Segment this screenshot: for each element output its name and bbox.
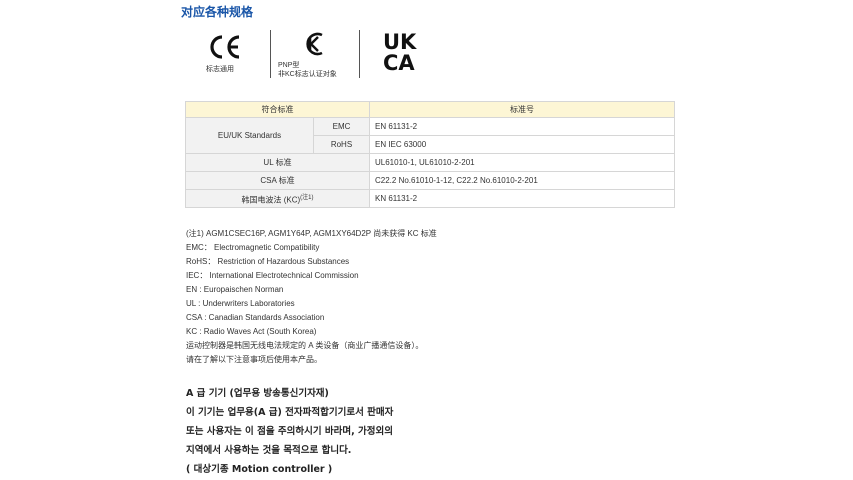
header-number: 标准号 [369, 101, 675, 118]
kc-label: 韩国电波法 (KC)(注1) [185, 189, 370, 208]
table-row: 韩国电波法 (KC)(注1) KN 61131-2 [185, 189, 675, 208]
kc-note-ref: (注1) [300, 194, 314, 201]
csa-value: C22.2 No.61010-1-12, C22.2 No.61010-2-20… [369, 171, 675, 190]
section-heading: 对应各种规格 [181, 5, 254, 19]
table-row: CSA 标准 C22.2 No.61010-1-12, C22.2 No.610… [185, 171, 675, 190]
korean-line: A 급 기기 (업무용 방송통신기자재) [186, 388, 329, 399]
euuk-label: EU/UK Standards [185, 117, 314, 154]
note-item: CSA : Canadian Standards Association [186, 313, 325, 322]
note-item: RoHS： Restriction of Hazardous Substance… [186, 257, 350, 266]
header-standard: 符合标准 [185, 101, 370, 118]
note-item: UL : Underwriters Laboratories [186, 299, 295, 308]
note-item: EN : Europaischen Norman [186, 285, 284, 294]
table-header-row: 符合标准 标准号 [185, 101, 675, 118]
ce-caption: 标志通用 [206, 66, 234, 73]
logo-divider [359, 30, 360, 78]
note-item: 运动控制器是韩国无线电法规定的 A 类设备（商业广播通信设备）。 [186, 341, 424, 350]
table-row: UL 标准 UL61010-1, UL61010-2-201 [185, 153, 675, 172]
table-row: EU/UK Standards EMC EN 61131-2 [185, 117, 675, 154]
certification-logos: 标志通用 PNP型 非KC标志认证对象 UK CA [200, 26, 460, 86]
rohs-value: EN IEC 63000 [369, 135, 675, 154]
kc-value: KN 61131-2 [369, 189, 675, 208]
note-item: 请在了解以下注意事项后使用本产品。 [186, 355, 322, 364]
notes-list: (注1) AGM1CSEC16P, AGM1Y64P, AGM1XY64D2P … [186, 227, 437, 367]
csa-label: CSA 标准 [185, 171, 370, 190]
ce-mark-icon [208, 34, 244, 60]
note-item: KC : Radio Waves Act (South Korea) [186, 327, 317, 336]
emc-label: EMC [313, 117, 370, 136]
korean-notice: A 급 기기 (업무용 방송통신기자재) 이 기기는 업무용(A 급) 전자파적… [186, 384, 393, 479]
standards-table: 符合标准 标准号 EU/UK Standards EMC EN 61131-2 … [185, 101, 675, 208]
korean-line: 또는 사용자는 이 점을 주의하시기 바라며, 가정외의 [186, 426, 393, 437]
korean-line: ( 대상기종 Motion controller ) [186, 464, 333, 475]
ukca-mark-icon: UK CA [383, 30, 427, 77]
korean-line: 지역에서 사용하는 것을 목적으로 합니다. [186, 445, 352, 456]
kc-mark-icon [304, 31, 326, 62]
korean-line: 이 기기는 업무용(A 급) 전자파적합기기로서 판매자 [186, 407, 394, 418]
note-item: (注1) AGM1CSEC16P, AGM1Y64P, AGM1XY64D2P … [186, 229, 437, 238]
ul-value: UL61010-1, UL61010-2-201 [369, 153, 675, 172]
emc-value: EN 61131-2 [369, 117, 675, 136]
rohs-label: RoHS [313, 135, 370, 154]
note-item: IEC： International Electrotechnical Comm… [186, 271, 359, 280]
kc-caption: PNP型 非KC标志认证对象 [278, 62, 337, 78]
note-item: EMC： Electromagnetic Compatibility [186, 243, 320, 252]
logo-divider [270, 30, 271, 78]
ul-label: UL 标准 [185, 153, 370, 172]
ukca-bottom-text: CA [383, 51, 415, 72]
